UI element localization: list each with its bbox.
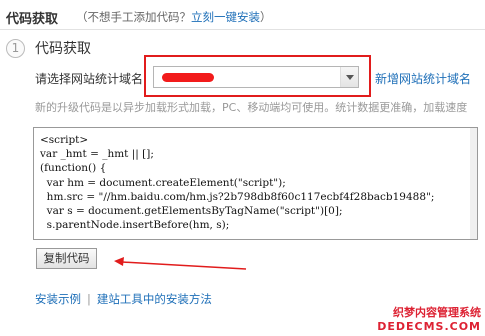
code-scrollbar[interactable] (470, 128, 477, 239)
domain-select[interactable] (153, 66, 359, 88)
code-line: var hm = document.createElement("script"… (40, 176, 286, 189)
annotation-arrow-icon (114, 257, 247, 270)
page-header: 代码获取 （不想手工添加代码？立刻一键安装） (0, 0, 485, 30)
domain-select-label: 请选择网站统计域名 (35, 72, 144, 86)
header-title: 代码获取 (6, 12, 59, 27)
code-line: s.parentNode.insertBefore(hm, s); (40, 219, 230, 232)
subtitle-prefix: （不想手工添加代码？ (76, 10, 191, 24)
tracking-code: <script> var _hmt = _hmt || []; (functio… (40, 133, 434, 232)
header-subtitle: （不想手工添加代码？立刻一键安装） (76, 9, 272, 25)
copy-code-button[interactable]: 复制代码 (36, 248, 97, 269)
site-builder-install-link[interactable]: 建站工具中的安装方法 (97, 292, 212, 306)
link-separator: | (87, 292, 91, 306)
watermark-cn: 织梦内容管理系统 (393, 306, 481, 319)
tracking-code-textarea[interactable]: <script> var _hmt = _hmt || []; (functio… (33, 127, 478, 240)
subtitle-suffix: ） (260, 10, 272, 24)
step-title: 代码获取 (35, 41, 91, 57)
code-line: var s = document.getElementsByTagName("s… (40, 205, 343, 218)
install-example-link[interactable]: 安装示例 (35, 292, 81, 306)
one-click-install-link[interactable]: 立刻一键安装 (191, 10, 260, 24)
redacted-domain-value (162, 73, 214, 82)
new-domain-link[interactable]: 新增网站统计域名 (375, 70, 471, 87)
chevron-down-icon[interactable] (340, 67, 358, 87)
step-number-badge: 1 (6, 39, 25, 58)
code-line: <script> (40, 134, 89, 146)
code-line: (function() { (40, 162, 107, 175)
code-line: var _hmt = _hmt || []; (40, 148, 154, 161)
code-line: hm.src = "//hm.baidu.com/hm.js?2b798db8f… (40, 190, 435, 203)
upgrade-notice: 新的升级代码是以异步加载形式加载，PC、移动端均可使用。统计数据更准确，加载速度 (35, 101, 468, 114)
watermark-en: DEDECMS.COM (377, 320, 481, 333)
watermark-logo: 织梦内容管理系统 DEDECMS.COM (365, 304, 481, 333)
footer-links: 安装示例 | 建站工具中的安装方法 (35, 291, 212, 307)
